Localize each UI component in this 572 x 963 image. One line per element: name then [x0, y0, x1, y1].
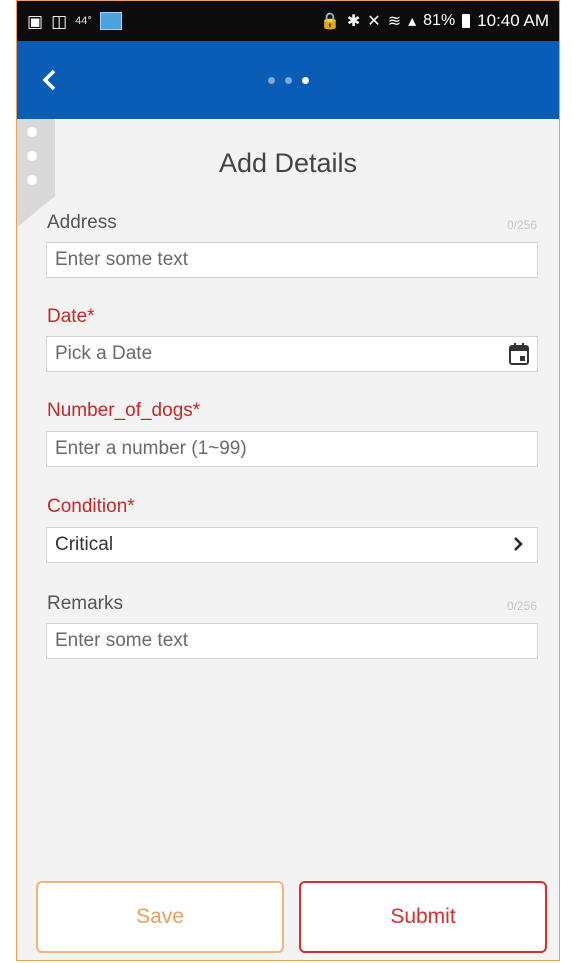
gallery-icon: ◫ — [51, 11, 68, 31]
remarks-label: Remarks — [47, 593, 124, 614]
wifi-icon: ≋ — [387, 13, 402, 30]
page-indicator — [267, 76, 309, 84]
remarks-counter: 0/256 — [506, 599, 537, 613]
date-placeholder: Pick a Date — [55, 343, 153, 364]
number-of-dogs-input[interactable]: Enter a number (1~99) — [46, 431, 538, 467]
date-input[interactable]: Pick a Date — [46, 336, 538, 372]
address-counter: 0/256 — [506, 218, 537, 232]
page-dot — [267, 76, 275, 84]
status-right: 🔒 ✱ ✕ ≋ ▴ 81% 10:40 AM — [320, 11, 549, 31]
app-screen: ▣ ◫ 44° 🔒 ✱ ✕ ≋ ▴ 81% 10:40 AM Add Detai… — [16, 0, 560, 961]
address-input[interactable]: Enter some text — [46, 242, 538, 278]
battery-icon — [462, 14, 471, 28]
remarks-placeholder: Enter some text — [55, 630, 189, 651]
status-bar: ▣ ◫ 44° 🔒 ✱ ✕ ≋ ▴ 81% 10:40 AM — [17, 1, 559, 41]
condition-label: Condition* — [47, 496, 135, 517]
condition-select[interactable]: Critical — [46, 527, 538, 563]
photo-notification-icon — [99, 12, 122, 30]
app-bar — [17, 41, 559, 119]
temperature-text: 44° — [75, 15, 92, 27]
chevron-right-icon — [511, 534, 525, 560]
mute-icon: ✕ — [367, 13, 381, 30]
lock-icon: 🔒 — [319, 13, 340, 30]
bluetooth-icon: ✱ — [346, 13, 361, 30]
status-left: ▣ ◫ 44° — [27, 12, 122, 30]
submit-button[interactable]: Submit — [299, 881, 547, 953]
page-dot-active — [301, 76, 309, 84]
number-of-dogs-label: Number_of_dogs* — [47, 400, 201, 421]
remarks-input[interactable]: Enter some text — [46, 623, 538, 659]
battery-percent: 81% — [423, 12, 456, 29]
flipboard-icon: ▣ — [27, 11, 44, 31]
condition-value: Critical — [55, 534, 114, 555]
clock-text: 10:40 AM — [477, 11, 549, 30]
page-title: Add Details — [218, 148, 358, 178]
address-label: Address — [47, 212, 117, 233]
calendar-icon[interactable] — [503, 338, 535, 370]
save-button[interactable]: Save — [36, 881, 284, 953]
number-of-dogs-placeholder: Enter a number (1~99) — [55, 438, 247, 459]
page-dot — [284, 76, 292, 84]
back-button[interactable] — [35, 65, 65, 95]
address-placeholder: Enter some text — [55, 249, 189, 270]
handle-dot — [27, 127, 37, 137]
date-label: Date* — [47, 306, 95, 327]
chevron-left-icon — [42, 69, 56, 91]
signal-icon: ▴ — [408, 13, 417, 30]
